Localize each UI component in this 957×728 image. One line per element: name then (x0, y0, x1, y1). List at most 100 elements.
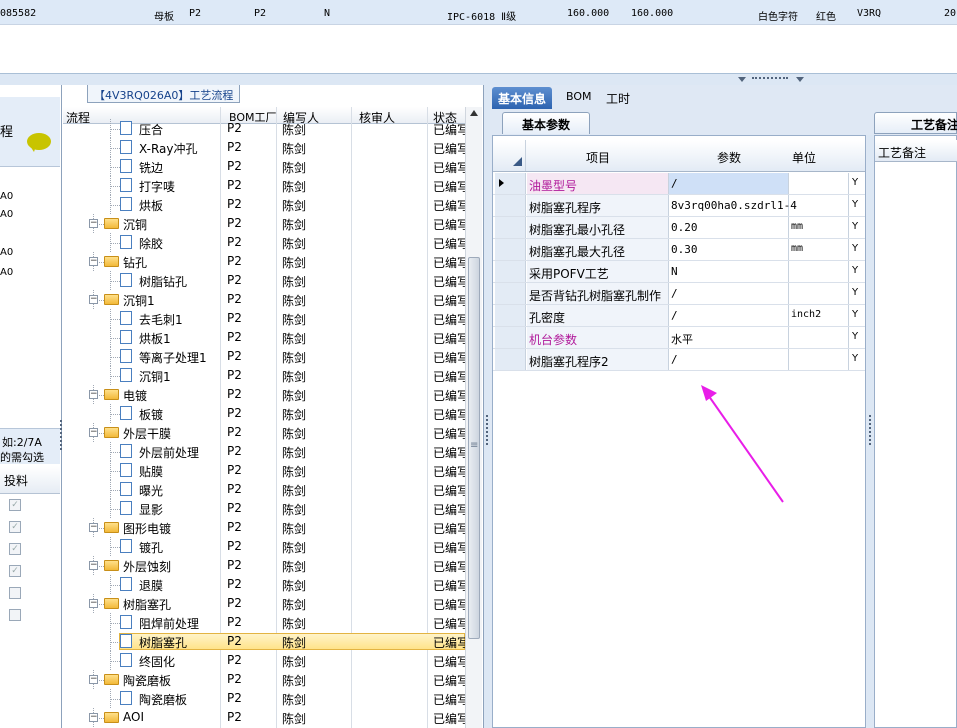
splitter-grip-icon[interactable] (486, 415, 488, 445)
row-selector[interactable] (495, 239, 526, 260)
row-selector[interactable] (495, 349, 526, 370)
tree-row[interactable]: 外层前处理 P2 陈剑 已编写 (63, 442, 469, 461)
param-row[interactable]: 孔密度 / inch2 Y (493, 305, 865, 327)
tree-row[interactable]: 贴膜 P2 陈剑 已编写 (63, 461, 469, 480)
param-unit-cell[interactable] (789, 283, 849, 304)
collapse-toggle-icon[interactable]: − (89, 428, 98, 437)
comment-bubble-icon[interactable] (27, 133, 51, 152)
feed-checkbox[interactable]: ✓ (9, 565, 21, 577)
collapse-toggle-icon[interactable]: − (89, 523, 98, 532)
tree-row[interactable]: − 钻孔 P2 陈剑 已编写 (63, 252, 469, 271)
left-list-item[interactable]: A0 (0, 191, 13, 202)
horizontal-splitter[interactable] (0, 73, 957, 85)
feed-checkbox[interactable] (9, 587, 21, 599)
param-unit-cell[interactable] (789, 173, 849, 194)
tree-row[interactable]: 曝光 P2 陈剑 已编写 (63, 480, 469, 499)
param-value-cell[interactable] (669, 283, 789, 304)
param-row[interactable]: 树脂塞孔最小孔径 0.20 mm Y (493, 217, 865, 239)
param-row[interactable]: 树脂塞孔程序 8v3rq00ha0.szdrl1-4 Y (493, 195, 865, 217)
tree-row[interactable]: 除胶 P2 陈剑 已编写 (63, 233, 469, 252)
top-record-row[interactable]: 085582 母板 P2 P2 N IPC-6018 Ⅱ级 160.000 16… (0, 0, 957, 25)
tree-row[interactable]: 退膜 P2 陈剑 已编写 (63, 575, 469, 594)
scroll-thumb[interactable] (468, 257, 480, 639)
splitter-grip-icon[interactable] (60, 420, 62, 450)
row-selector[interactable] (495, 305, 526, 326)
feed-checkbox[interactable]: ✓ (9, 521, 21, 533)
param-value-cell[interactable] (669, 173, 789, 194)
collapse-toggle-icon[interactable]: − (89, 219, 98, 228)
splitter-grip-icon[interactable] (869, 415, 871, 445)
tree-row[interactable]: 陶瓷磨板 P2 陈剑 已编写 (63, 689, 469, 708)
tree-row[interactable]: − 外层蚀刻 P2 陈剑 已编写 (63, 556, 469, 575)
tree-row[interactable]: 烘板1 P2 陈剑 已编写 (63, 328, 469, 347)
tree-row[interactable]: − 图形电镀 P2 陈剑 已编写 (63, 518, 469, 537)
tree-row[interactable]: 等离子处理1 P2 陈剑 已编写 (63, 347, 469, 366)
collapse-toggle-icon[interactable]: − (89, 599, 98, 608)
tab-work-hours[interactable]: 工时 (600, 87, 636, 109)
tree-row[interactable]: 终固化 P2 陈剑 已编写 (63, 651, 469, 670)
tree-row-selected[interactable]: 树脂塞孔 P2 陈剑 已编写 (63, 632, 469, 651)
tab-process-notes[interactable]: 工艺备注 (874, 112, 957, 134)
tree-row[interactable]: 板镀 P2 陈剑 已编写 (63, 404, 469, 423)
tree-row[interactable]: − 沉铜1 P2 陈剑 已编写 (63, 290, 469, 309)
tree-row[interactable]: 显影 P2 陈剑 已编写 (63, 499, 469, 518)
param-row[interactable]: 树脂塞孔最大孔径 0.30 mm Y (493, 239, 865, 261)
collapse-arrow-icon[interactable] (738, 77, 746, 82)
tree-row[interactable]: 铣边 P2 陈剑 已编写 (63, 157, 469, 176)
param-unit-cell[interactable] (789, 261, 849, 282)
param-unit-cell[interactable] (789, 327, 849, 348)
tree-row[interactable]: − 陶瓷磨板 P2 陈剑 已编写 (63, 670, 469, 689)
collapse-toggle-icon[interactable]: − (89, 675, 98, 684)
collapse-toggle-icon[interactable]: − (89, 257, 98, 266)
param-row[interactable]: 机台参数 水平 Y (493, 327, 865, 349)
tree-row[interactable]: − AOI P2 陈剑 已编写 (63, 708, 469, 727)
left-list-item[interactable]: A0 (0, 209, 13, 220)
param-row[interactable]: 油墨型号 / Y (493, 173, 865, 195)
row-selector[interactable] (495, 217, 526, 238)
tree-row[interactable]: 镀孔 P2 陈剑 已编写 (63, 537, 469, 556)
param-unit-cell[interactable] (789, 195, 849, 216)
collapse-arrow-icon[interactable] (796, 77, 804, 82)
col-header-param[interactable]: 参数 (717, 149, 741, 166)
tab-basic-info[interactable]: 基本信息 (492, 87, 553, 109)
tree-row[interactable]: 树脂钻孔 P2 陈剑 已编写 (63, 271, 469, 290)
param-row[interactable]: 是否背钻孔树脂塞孔制作 / Y (493, 283, 865, 305)
row-selector[interactable] (495, 261, 526, 282)
tree-row[interactable]: 压合 P2 陈剑 已编写 (63, 119, 469, 138)
param-row[interactable]: 树脂塞孔程序2 / Y (493, 349, 865, 371)
collapse-toggle-icon[interactable]: − (89, 561, 98, 570)
tree-scrollbar[interactable] (465, 107, 482, 728)
row-selector[interactable] (495, 283, 526, 304)
scroll-up-icon[interactable] (470, 110, 478, 116)
param-unit-cell[interactable] (789, 349, 849, 370)
tree-row[interactable]: − 沉铜 P2 陈剑 已编写 (63, 214, 469, 233)
tree-row[interactable]: 去毛刺1 P2 陈剑 已编写 (63, 309, 469, 328)
feed-checkbox[interactable] (9, 609, 21, 621)
feed-checkbox[interactable]: ✓ (9, 543, 21, 555)
col-header-item[interactable]: 项目 (586, 149, 610, 166)
tree-row[interactable]: 打字唛 P2 陈剑 已编写 (63, 176, 469, 195)
param-value-cell[interactable] (669, 349, 789, 370)
collapse-toggle-icon[interactable]: − (89, 713, 98, 722)
param-row[interactable]: 采用POFV工艺 N Y (493, 261, 865, 283)
left-list-item[interactable]: A0 (0, 247, 13, 258)
left-list-item[interactable]: A0 (0, 267, 13, 278)
tab-bom[interactable]: BOM (560, 87, 598, 109)
tree-row[interactable]: 烘板 P2 陈剑 已编写 (63, 195, 469, 214)
tab-basic-params[interactable]: 基本参数 (502, 112, 590, 134)
collapse-toggle-icon[interactable]: − (89, 390, 98, 399)
tree-row[interactable]: 沉铜1 P2 陈剑 已编写 (63, 366, 469, 385)
row-selector[interactable] (495, 327, 526, 348)
tree-row[interactable]: − 电镀 P2 陈剑 已编写 (63, 385, 469, 404)
tree-row[interactable]: − 外层干膜 P2 陈剑 已编写 (63, 423, 469, 442)
feed-checkbox[interactable]: ✓ (9, 499, 21, 511)
tree-row[interactable]: 阻焊前处理 P2 陈剑 已编写 (63, 613, 469, 632)
tree-row[interactable]: X-Ray冲孔 P2 陈剑 已编写 (63, 138, 469, 157)
notes-splitter[interactable] (867, 135, 873, 728)
param-value-cell[interactable] (669, 261, 789, 282)
row-selector[interactable] (495, 173, 526, 194)
col-header-unit[interactable]: 单位 (792, 149, 816, 166)
param-value-cell[interactable] (669, 305, 789, 326)
row-selector[interactable] (495, 195, 526, 216)
tree-row[interactable]: − 树脂塞孔 P2 陈剑 已编写 (63, 594, 469, 613)
